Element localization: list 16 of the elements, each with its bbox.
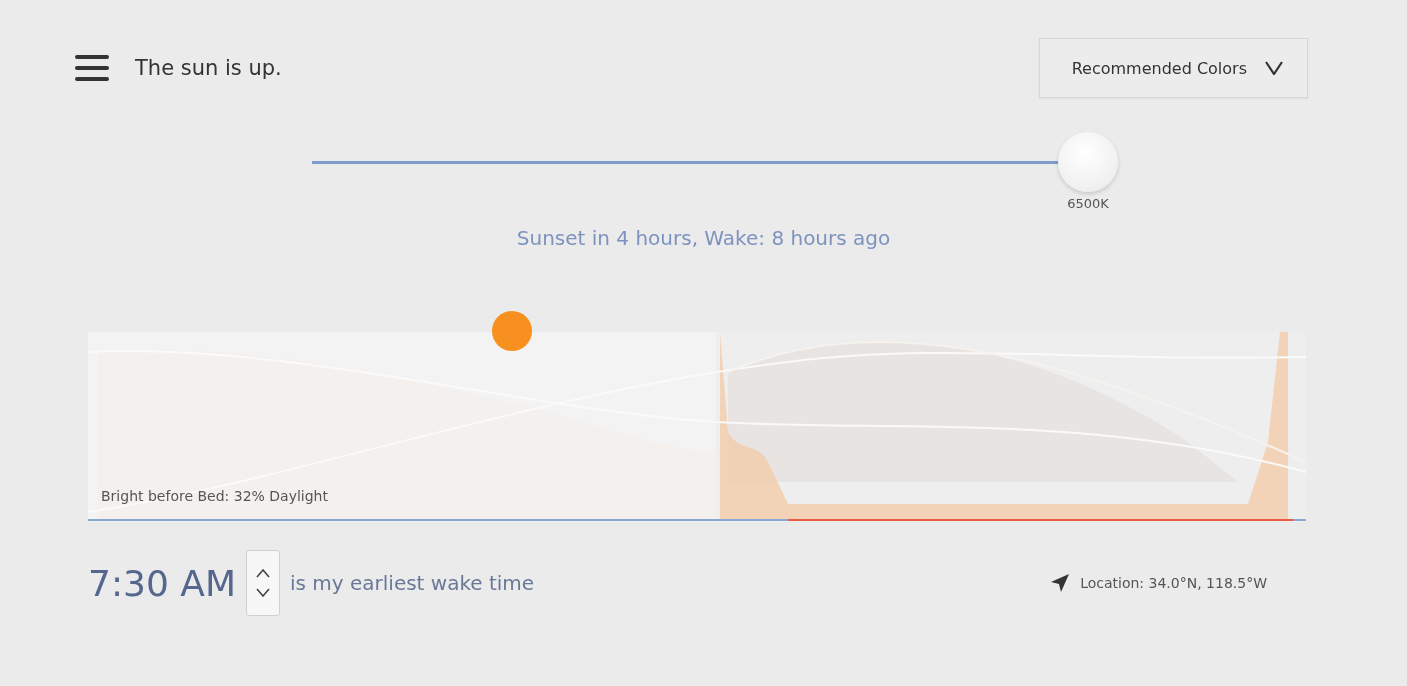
color-temperature-slider[interactable] bbox=[312, 132, 1118, 192]
chevron-down-icon bbox=[1265, 61, 1283, 75]
chevron-down-icon bbox=[256, 588, 270, 597]
daylight-caption: Bright before Bed: 32% Daylight bbox=[101, 488, 328, 504]
wake-label: is my earliest wake time bbox=[290, 571, 535, 595]
location-arrow-icon bbox=[1050, 573, 1071, 593]
chevron-up-icon bbox=[256, 569, 270, 578]
slider-thumb[interactable] bbox=[1058, 132, 1118, 192]
time-stepper[interactable] bbox=[246, 550, 280, 616]
status-title: The sun is up. bbox=[135, 56, 282, 80]
sunset-status: Sunset in 4 hours, Wake: 8 hours ago bbox=[515, 226, 892, 250]
location-text: Location: 34.0°N, 118.5°W bbox=[1080, 575, 1267, 591]
temperature-reading: 6500K bbox=[1066, 196, 1110, 211]
wake-time: 7:30 AM bbox=[88, 562, 236, 604]
colors-dropdown[interactable]: Recommended Colors bbox=[1038, 38, 1308, 98]
sun-marker bbox=[491, 310, 533, 352]
